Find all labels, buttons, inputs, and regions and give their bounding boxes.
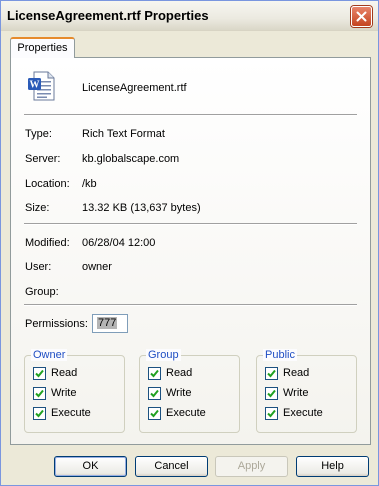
owner-execute-checkbox[interactable]: Execute — [33, 406, 91, 420]
svg-text:W: W — [30, 80, 40, 91]
group-read-label: Read — [166, 367, 193, 379]
location-value: /kb — [82, 178, 97, 190]
separator — [24, 304, 357, 306]
owner-write-checkbox[interactable]: Write — [33, 386, 76, 400]
properties-panel: W LicenseAgreement.rtf Type: Rich Text F… — [10, 57, 371, 445]
owner-execute-label: Execute — [51, 407, 91, 419]
group-group: Group Read Write Execute — [139, 349, 240, 433]
public-read-label: Read — [283, 367, 310, 379]
server-label: Server: — [25, 153, 61, 165]
user-value: owner — [82, 261, 112, 273]
checkmark-icon — [148, 386, 161, 400]
close-icon — [356, 11, 367, 22]
checkmark-icon — [33, 386, 46, 400]
modified-value: 06/28/04 12:00 — [82, 237, 156, 249]
type-label: Type: — [25, 128, 52, 140]
permissions-input[interactable]: 777 — [92, 314, 128, 333]
title-bar[interactable]: LicenseAgreement.rtf Properties — [1, 1, 378, 31]
owner-write-label: Write — [51, 387, 77, 399]
group-execute-checkbox[interactable]: Execute — [148, 406, 206, 420]
group-group-title: Group — [146, 349, 181, 361]
file-name: LicenseAgreement.rtf — [82, 82, 187, 94]
checkmark-icon — [265, 386, 278, 400]
public-group-title: Public — [263, 349, 297, 361]
close-button[interactable] — [351, 6, 372, 27]
owner-group-title: Owner — [31, 349, 68, 361]
location-label: Location: — [25, 178, 70, 190]
group-label: Group: — [25, 286, 59, 298]
modified-label: Modified: — [25, 237, 70, 249]
permissions-value: 777 — [97, 317, 118, 329]
public-read-checkbox[interactable]: Read — [265, 366, 309, 380]
public-write-label: Write — [283, 387, 309, 399]
permissions-label: Permissions: — [25, 318, 88, 330]
checkmark-icon — [265, 406, 278, 420]
word-document-icon: W — [28, 71, 55, 101]
type-value: Rich Text Format — [82, 128, 165, 140]
size-value: 13.32 KB (13,637 bytes) — [82, 202, 201, 214]
public-write-checkbox[interactable]: Write — [265, 386, 308, 400]
window-title: LicenseAgreement.rtf Properties — [7, 8, 209, 23]
group-write-label: Write — [166, 387, 192, 399]
owner-group: Owner Read Write Execute — [24, 349, 125, 433]
separator — [24, 223, 357, 225]
group-execute-label: Execute — [166, 407, 206, 419]
public-group: Public Read Write Execute — [256, 349, 357, 433]
group-read-checkbox[interactable]: Read — [148, 366, 192, 380]
apply-button[interactable]: Apply — [215, 456, 288, 477]
owner-read-label: Read — [51, 367, 78, 379]
owner-read-checkbox[interactable]: Read — [33, 366, 77, 380]
checkmark-icon — [265, 366, 278, 380]
tab-properties[interactable]: Properties — [10, 37, 75, 58]
size-label: Size: — [25, 202, 50, 214]
tab-properties-label: Properties — [17, 42, 68, 54]
group-write-checkbox[interactable]: Write — [148, 386, 191, 400]
ok-button[interactable]: OK — [54, 456, 127, 477]
checkmark-icon — [33, 406, 46, 420]
cancel-button[interactable]: Cancel — [135, 456, 208, 477]
checkmark-icon — [33, 366, 46, 380]
public-execute-label: Execute — [283, 407, 323, 419]
separator — [24, 114, 357, 116]
checkmark-icon — [148, 406, 161, 420]
checkmark-icon — [148, 366, 161, 380]
properties-dialog: LicenseAgreement.rtf Properties Properti… — [0, 0, 379, 486]
public-execute-checkbox[interactable]: Execute — [265, 406, 323, 420]
help-button[interactable]: Help — [296, 456, 369, 477]
server-value: kb.globalscape.com — [82, 153, 180, 165]
user-label: User: — [25, 261, 52, 273]
